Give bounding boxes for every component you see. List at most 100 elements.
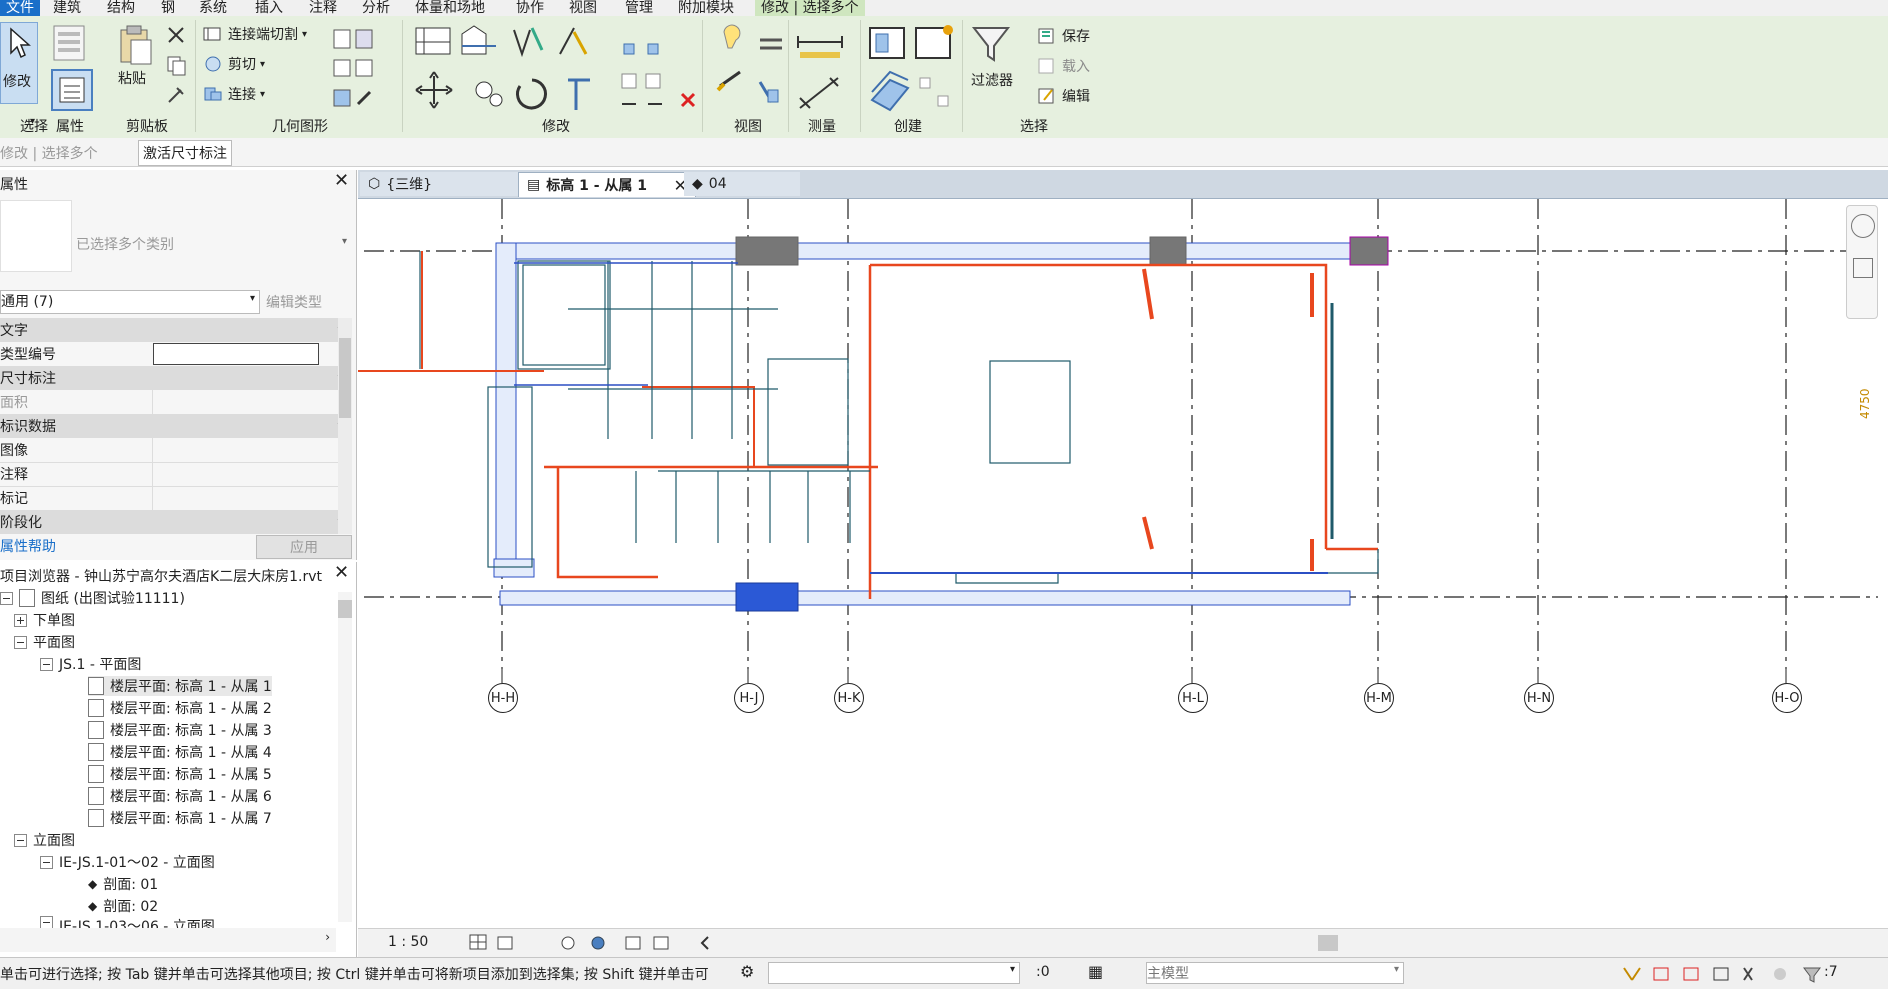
tree-section-2[interactable]: ◆ 剖面: 02 [88, 896, 158, 916]
field-comments-row[interactable]: 注释 [0, 462, 350, 487]
instance-filter-dropdown[interactable]: 通用 (7) ▾ [0, 290, 260, 314]
tree-plan-5[interactable]: 楼层平面: 标高 1 - 从属 5 [88, 764, 272, 784]
field-image-row[interactable]: 图像 [0, 438, 350, 463]
properties-scrollbar[interactable] [338, 318, 352, 534]
design-option-dropdown[interactable]: 主模型 ▾ [1146, 962, 1404, 984]
menu-collaborate[interactable]: 协作 [516, 0, 544, 17]
modify-button[interactable]: 修改 [0, 22, 38, 104]
edit-selection-button[interactable]: 编辑 [1036, 86, 1090, 106]
tree-plan-2[interactable]: 楼层平面: 标高 1 - 从属 2 [88, 698, 272, 718]
edit-type-button[interactable]: 编辑类型 [266, 292, 322, 312]
copy-icon[interactable] [165, 54, 187, 80]
tree-node-1[interactable]: 下单图 [14, 610, 75, 630]
section-identity[interactable]: 标识数据⌃ [0, 414, 350, 438]
browser-hscrollbar[interactable]: › [0, 928, 336, 952]
design-options-icon[interactable]: ▦ [1088, 962, 1103, 981]
save-selection-button[interactable]: 保存 [1036, 26, 1090, 46]
menu-insert[interactable]: 插入 [255, 0, 283, 17]
tree-section-1[interactable]: ◆ 剖面: 01 [88, 874, 158, 894]
create-tools-icons[interactable] [864, 20, 960, 116]
selection-options-icons[interactable] [1620, 964, 1840, 984]
grid-bubble[interactable]: H-M [1364, 683, 1394, 713]
type-mark-input[interactable] [153, 343, 319, 365]
menu-manage[interactable]: 管理 [625, 0, 653, 17]
field-mark-row[interactable]: 标记 [0, 486, 350, 511]
paste-label[interactable]: 粘贴 [118, 68, 146, 88]
join-button[interactable]: 连接 ▾ [202, 84, 265, 104]
type-selector[interactable]: 已选择多个类别 [76, 234, 174, 254]
collapse-icon[interactable] [40, 855, 53, 869]
activate-dimensions-button[interactable]: 激活尺寸标注 [138, 140, 232, 166]
tree-node-3[interactable]: JS.1 - 平面图 [40, 654, 141, 674]
type-properties-icon[interactable] [50, 68, 94, 116]
expand-icon[interactable] [14, 613, 27, 627]
menu-bar: 文件 建筑 结构 钢 系统 插入 注释 分析 体量和场地 协作 视图 管理 附加… [0, 0, 1888, 17]
grid-bubble[interactable]: H-H [488, 683, 518, 713]
tree-node-5[interactable]: IE-JS.1-01～02 - 立面图 [40, 852, 215, 872]
menu-structure[interactable]: 结构 [107, 0, 135, 17]
navigation-bar[interactable] [1846, 205, 1878, 319]
menu-massing[interactable]: 体量和场地 [415, 0, 485, 17]
match-type-icon[interactable] [165, 84, 187, 110]
tab-section-04[interactable]: ◆ 04 [684, 172, 800, 196]
grid-bubble[interactable]: H-J [734, 683, 764, 713]
drawing-canvas[interactable]: H-H H-J H-K H-L H-M H-N H-O 4750 [358, 199, 1888, 927]
paste-icon[interactable] [115, 22, 155, 70]
grid-bubble[interactable]: H-L [1178, 683, 1208, 713]
properties-close-icon[interactable]: ✕ [334, 170, 349, 191]
cut-geometry-button[interactable]: 剪切 ▾ [202, 54, 265, 74]
menu-modify-context[interactable]: 修改 | 选择多个 [755, 0, 865, 17]
modify-tools-icons[interactable] [410, 20, 750, 116]
tree-plan-6[interactable]: 楼层平面: 标高 1 - 从属 6 [88, 786, 272, 806]
apply-button[interactable]: 应用 [256, 535, 352, 559]
cut-scissors-icon[interactable] [165, 24, 187, 50]
grid-bubble[interactable]: H-K [834, 683, 864, 713]
grid-bubble[interactable]: H-N [1524, 683, 1554, 713]
filter-button[interactable]: 过滤器 [966, 22, 1018, 90]
collapse-icon[interactable] [0, 591, 13, 605]
tree-plan-7[interactable]: 楼层平面: 标高 1 - 从属 7 [88, 808, 272, 828]
grid-bubble[interactable]: H-O [1772, 683, 1802, 713]
menu-annotate[interactable]: 注释 [309, 0, 337, 17]
tree-root[interactable]: 图纸 (出图试验11111) [0, 588, 185, 608]
worksharing-icon[interactable]: ⚙ [740, 962, 754, 981]
wall-joins-icon[interactable] [330, 24, 378, 118]
tree-node-2[interactable]: 平面图 [14, 632, 75, 652]
menu-systems[interactable]: 系统 [199, 0, 227, 17]
collapse-icon[interactable] [40, 657, 53, 671]
view-scale[interactable]: 1 : 50 [388, 934, 428, 950]
tab-3d[interactable]: ⬡ {三维} [360, 172, 526, 196]
canvas-hscroll-thumb[interactable] [1318, 935, 1338, 951]
collapse-icon[interactable] [14, 635, 27, 649]
section-phasing[interactable]: 阶段化⌃ [0, 510, 350, 534]
tree-node-4[interactable]: 立面图 [14, 830, 75, 850]
load-selection-button[interactable]: 载入 [1036, 56, 1090, 76]
menu-addins[interactable]: 附加模块 [678, 0, 734, 17]
tree-plan-4[interactable]: 楼层平面: 标高 1 - 从属 4 [88, 742, 272, 762]
menu-steel[interactable]: 钢 [161, 0, 175, 17]
menu-architecture[interactable]: 建筑 [53, 0, 81, 17]
view-tools-icons[interactable] [710, 20, 786, 116]
collapse-icon[interactable] [14, 833, 27, 847]
tab-level1-dep1[interactable]: ▤ 标高 1 - 从属 1 ✕ [518, 172, 696, 197]
menu-analyze[interactable]: 分析 [362, 0, 390, 17]
tree-node-6[interactable]: IE-JS.1-03～06 - 立面图 [40, 916, 215, 928]
cope-button[interactable]: 连接端切割 ▾ [202, 24, 307, 44]
menu-view[interactable]: 视图 [569, 0, 597, 17]
zoom-icon[interactable] [1853, 258, 1873, 278]
steering-wheel-icon[interactable] [1851, 214, 1875, 238]
view-control-icons[interactable] [468, 933, 768, 953]
browser-scrollbar[interactable] [338, 592, 352, 922]
tree-plan-3[interactable]: 楼层平面: 标高 1 - 从属 3 [88, 720, 272, 740]
browser-close-icon[interactable]: ✕ [334, 562, 349, 583]
collapse-icon[interactable] [40, 916, 53, 928]
dimension-label[interactable]: 4750 [1858, 388, 1872, 419]
properties-help-link[interactable]: 属性帮助 [0, 536, 56, 556]
tree-plan-1[interactable]: 楼层平面: 标高 1 - 从属 1 [88, 676, 272, 696]
section-dimensions[interactable]: 尺寸标注⌃ [0, 366, 350, 390]
workset-dropdown[interactable]: ▾ [768, 962, 1020, 984]
properties-icon[interactable] [50, 24, 90, 68]
measure-tools-icons[interactable] [792, 20, 852, 116]
menu-file[interactable]: 文件 [0, 0, 40, 17]
section-text[interactable]: 文字⌃ [0, 318, 350, 342]
